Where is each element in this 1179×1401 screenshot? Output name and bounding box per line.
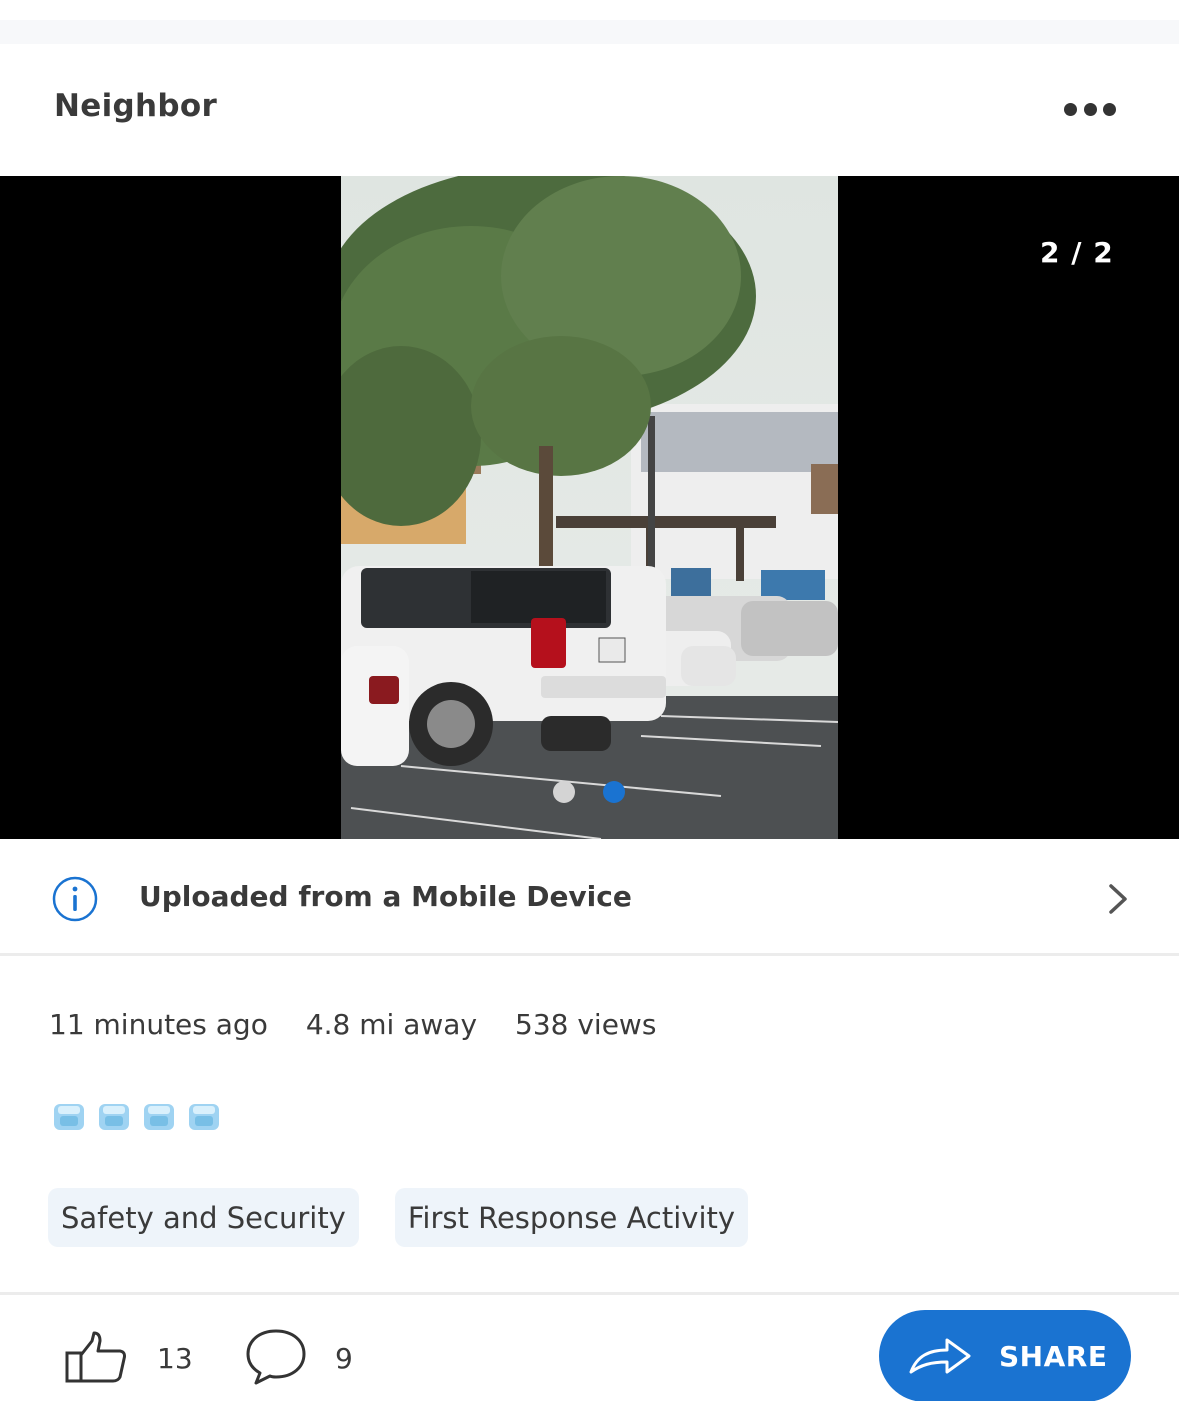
share-label: SHARE (999, 1340, 1108, 1373)
media-carousel[interactable]: L'S SP (0, 176, 1179, 839)
post-meta: 11 minutes ago 4.8 mi away 538 views (49, 1008, 694, 1041)
comment-icon[interactable] (244, 1327, 308, 1387)
ice-cube-icon (99, 1104, 129, 1130)
top-strip (0, 20, 1179, 44)
page-title: Neighbor (54, 88, 218, 124)
pager-dot-active[interactable] (603, 781, 625, 803)
share-button[interactable]: SHARE (879, 1310, 1131, 1401)
thumbs-up-icon[interactable] (64, 1331, 128, 1385)
carousel-pager (553, 781, 625, 803)
tag-safety-and-security[interactable]: Safety and Security (48, 1188, 359, 1247)
action-bar: 13 9 SHARE (0, 1292, 1179, 1401)
pager-dot[interactable] (553, 781, 575, 803)
info-icon (52, 876, 98, 922)
more-horizontal-icon (1064, 102, 1077, 116)
photo-counter: 2 / 2 (1040, 236, 1114, 269)
parking-lot-photo: L'S SP (341, 176, 838, 839)
ice-cube-icon (54, 1104, 84, 1130)
comment-count: 9 (335, 1342, 353, 1375)
post-time: 11 minutes ago (49, 1008, 268, 1041)
more-options-button[interactable] (1058, 96, 1122, 122)
post-distance: 4.8 mi away (305, 1008, 478, 1041)
emoji-row (52, 1100, 221, 1132)
chevron-right-icon (1109, 884, 1127, 914)
post-header: Neighbor (0, 44, 1179, 176)
tag-first-response-activity[interactable]: First Response Activity (394, 1188, 749, 1247)
like-count: 13 (157, 1342, 193, 1375)
share-arrow-icon (909, 1338, 971, 1374)
more-dot (1103, 102, 1116, 116)
ice-cube-icon (144, 1104, 174, 1130)
upload-source-label: Uploaded from a Mobile Device (139, 880, 632, 913)
post-views: 538 views (515, 1008, 657, 1041)
ice-cube-icon (189, 1104, 219, 1130)
upload-source-row[interactable]: Uploaded from a Mobile Device (0, 842, 1179, 956)
post-photo[interactable]: L'S SP (341, 176, 838, 839)
tag-list: Safety and Security First Response Activ… (48, 1188, 749, 1247)
more-dot (1083, 102, 1097, 116)
